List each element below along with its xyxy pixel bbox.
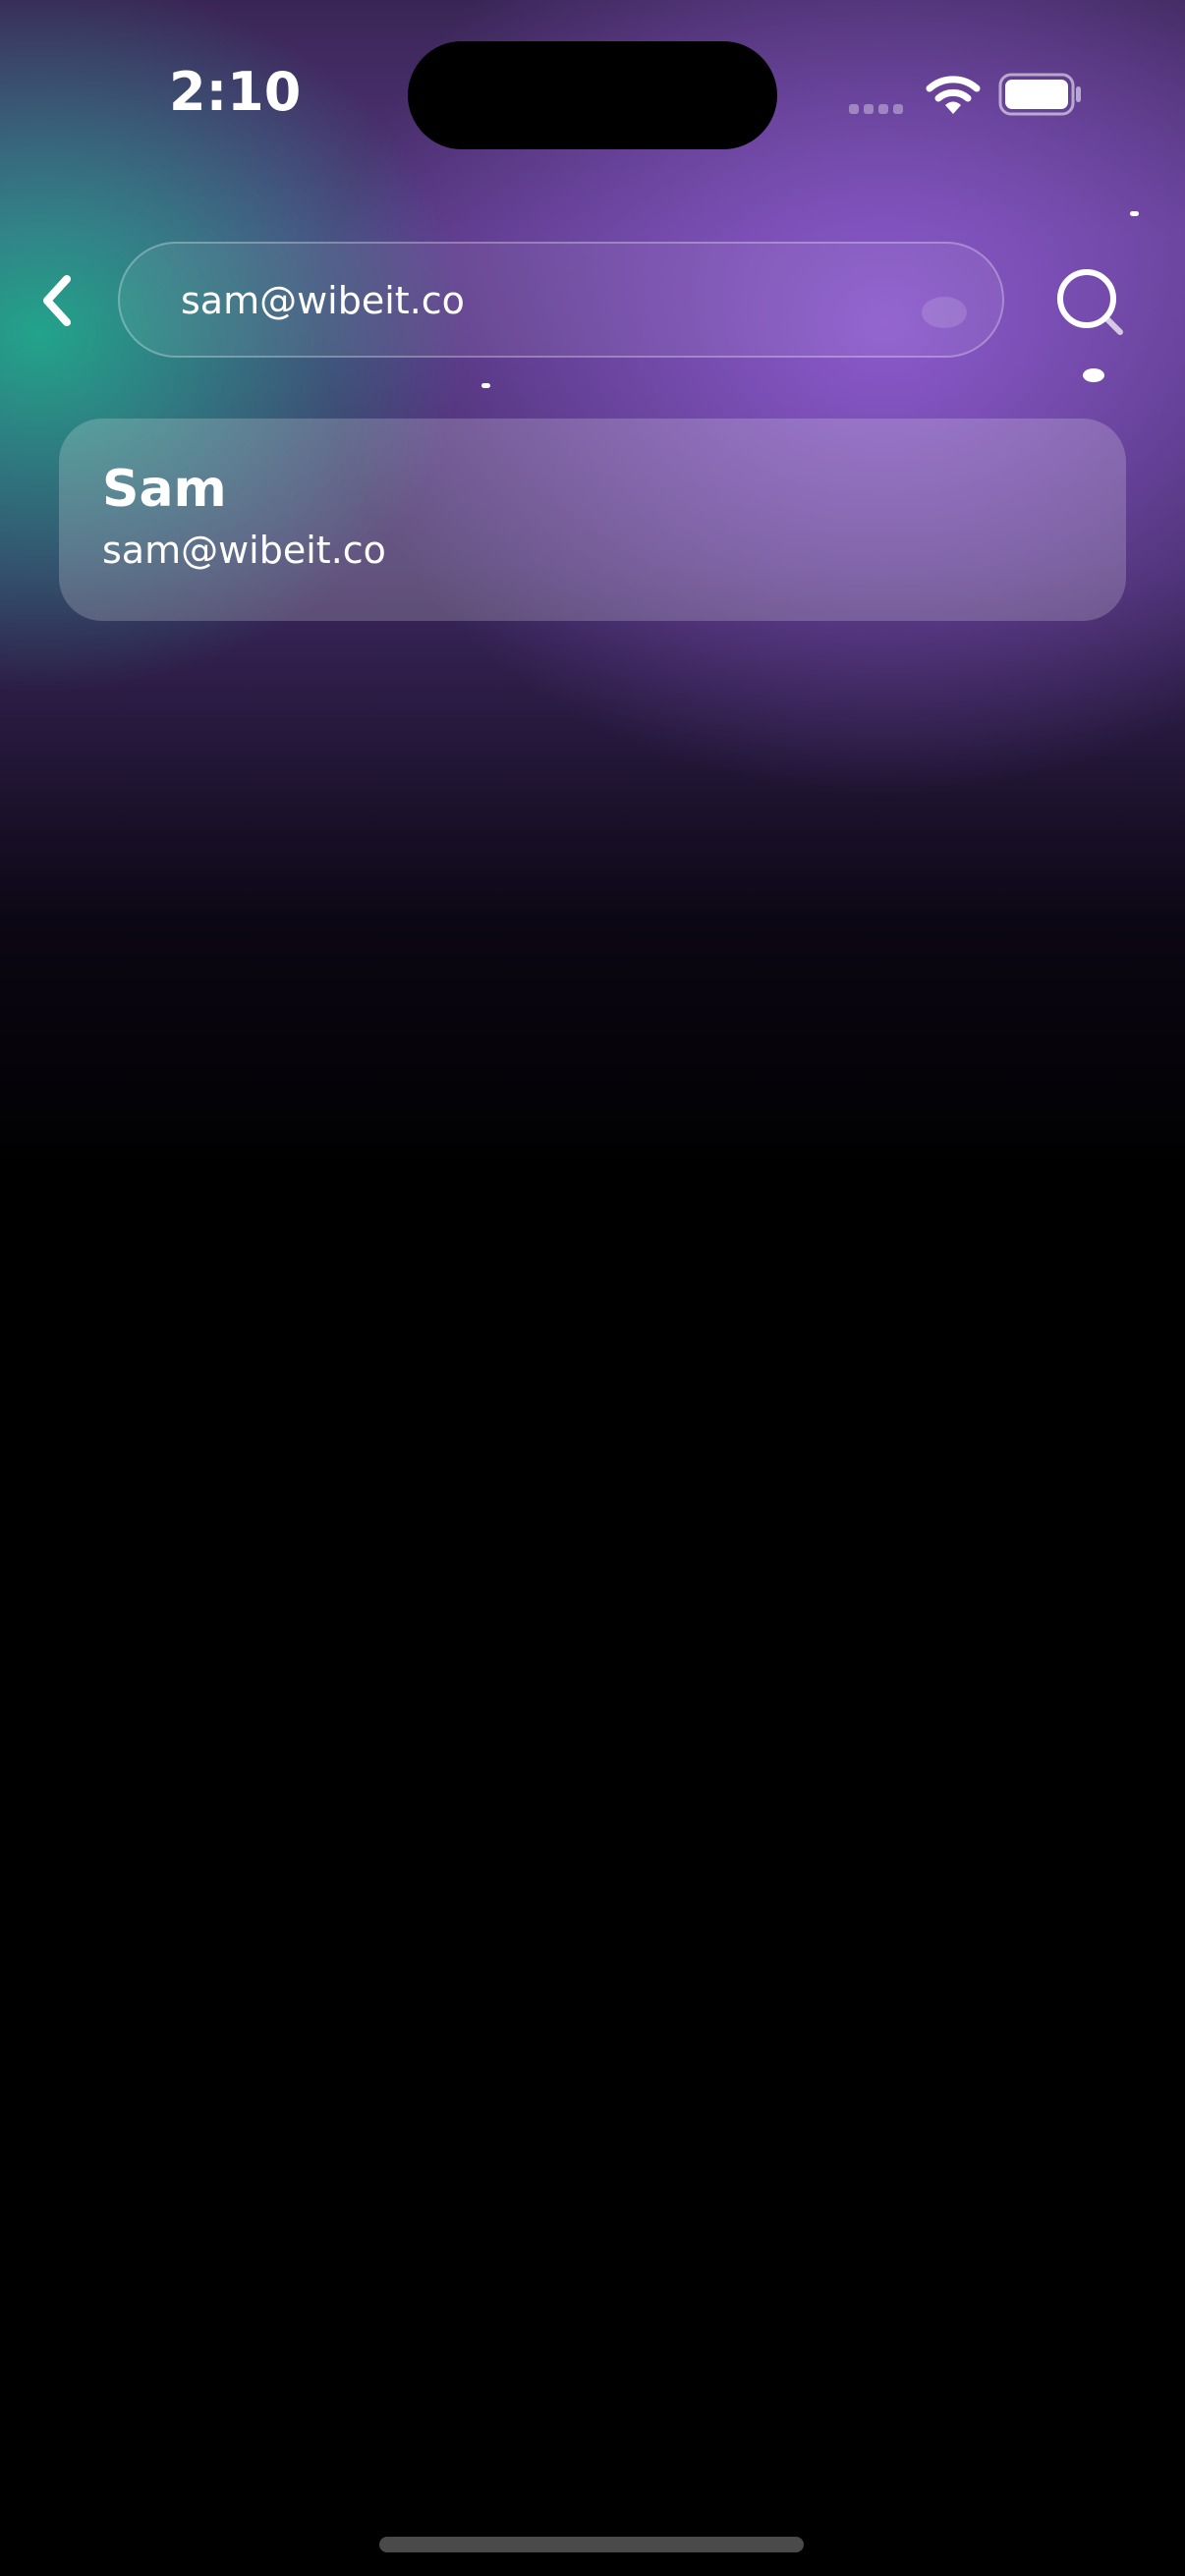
search-input[interactable] [179,244,930,358]
wifi-icon [926,76,981,114]
sparkle-dot [1130,211,1139,216]
dynamic-island [408,41,777,149]
status-time: 2:10 [169,61,302,123]
home-indicator[interactable] [379,2537,804,2552]
battery-icon [998,73,1081,116]
user-name: Sam [102,460,227,519]
back-button[interactable] [29,261,85,340]
user-result-card[interactable]: Sam sam@wibeit.co [59,419,1126,621]
user-email: sam@wibeit.co [102,529,386,572]
cellular-signal-icon [849,104,903,114]
input-cursor-highlight [922,297,967,328]
sparkle-dot [1083,368,1104,382]
search-field[interactable] [118,242,1004,358]
search-icon[interactable] [1049,261,1132,344]
sparkle-dot [481,383,490,388]
chevron-left-icon [43,275,71,326]
